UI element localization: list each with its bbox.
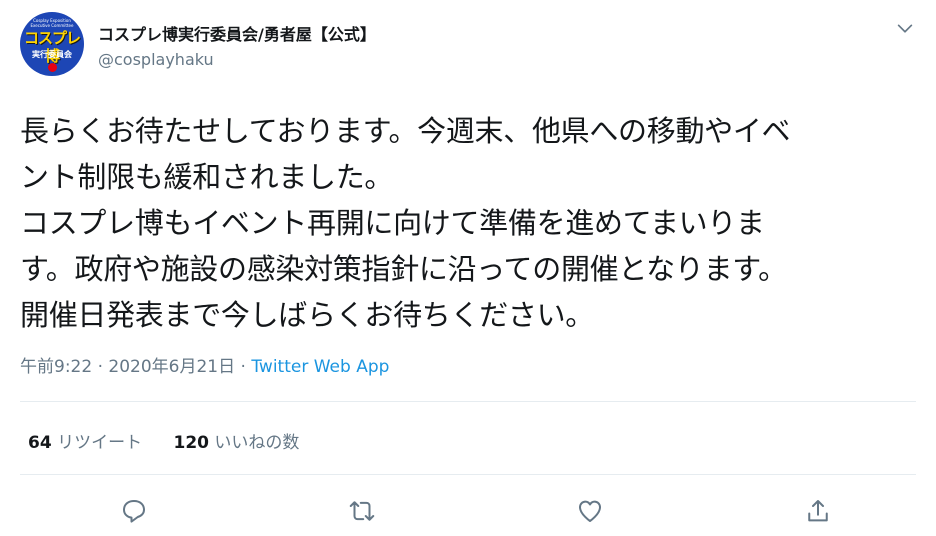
like-button[interactable] [575, 496, 605, 526]
tweet-text-line-5: 開催日発表まで今しばらくお待ちください。 [20, 298, 595, 332]
tweet-text: 長らくお待たせしております。今週末、他県への移動やイベ ント制限も緩和されました… [20, 108, 920, 338]
tweet-text-line-1: 長らくお待たせしております。今週末、他県への移動やイベ [20, 114, 791, 148]
retweets-stat[interactable]: 64 リツイート [28, 433, 142, 453]
tweet-meta: 午前9:22 · 2020年6月21日 · Twitter Web App [20, 352, 389, 377]
tweet-source-app[interactable]: Twitter Web App [251, 357, 389, 377]
divider [20, 474, 916, 475]
meta-separator-1: · [92, 357, 109, 377]
avatar-sub-text: 実行委員会 [32, 50, 72, 59]
chevron-down-icon[interactable] [894, 18, 916, 40]
tweet-stats: 64 リツイート 120 いいねの数 [28, 428, 325, 453]
tweet-text-line-4: す。政府や施設の感染対策指針に沿っての開催となります。 [20, 252, 787, 286]
avatar-red-dot [48, 63, 57, 72]
reply-button[interactable] [119, 496, 149, 526]
tweet-time[interactable]: 午前9:22 [20, 357, 92, 377]
retweets-label: リツイート [57, 433, 143, 453]
author-handle[interactable]: @cosplayhaku [98, 50, 214, 69]
author-name[interactable]: コスプレ博実行委員会/勇者屋【公式】 [98, 21, 376, 45]
avatar-small-text-2: Executive Committee [30, 23, 74, 28]
tweet-header: Cosplay Exposition Executive Committee コ… [20, 12, 916, 76]
tweet-date[interactable]: 2020年6月21日 [108, 357, 235, 377]
tweet-text-line-3: コスプレ博もイベント再開に向けて準備を進めてまいりま [20, 206, 765, 240]
likes-label: いいねの数 [214, 433, 300, 453]
avatar-small-text: Cosplay Exposition Executive Committee [20, 18, 84, 28]
likes-stat[interactable]: 120 いいねの数 [173, 433, 299, 453]
retweet-icon [349, 501, 375, 521]
retweets-count: 64 [28, 433, 52, 453]
retweet-button[interactable] [347, 496, 377, 526]
heart-icon [579, 500, 601, 522]
reply-icon [123, 500, 145, 523]
likes-count: 120 [173, 433, 209, 453]
avatar[interactable]: Cosplay Exposition Executive Committee コ… [20, 12, 84, 76]
share-button[interactable] [803, 496, 833, 526]
meta-separator-2: · [235, 357, 252, 377]
tweet-text-line-2: ント制限も緩和されました。 [20, 160, 394, 194]
divider [20, 401, 916, 402]
share-icon [808, 500, 828, 522]
